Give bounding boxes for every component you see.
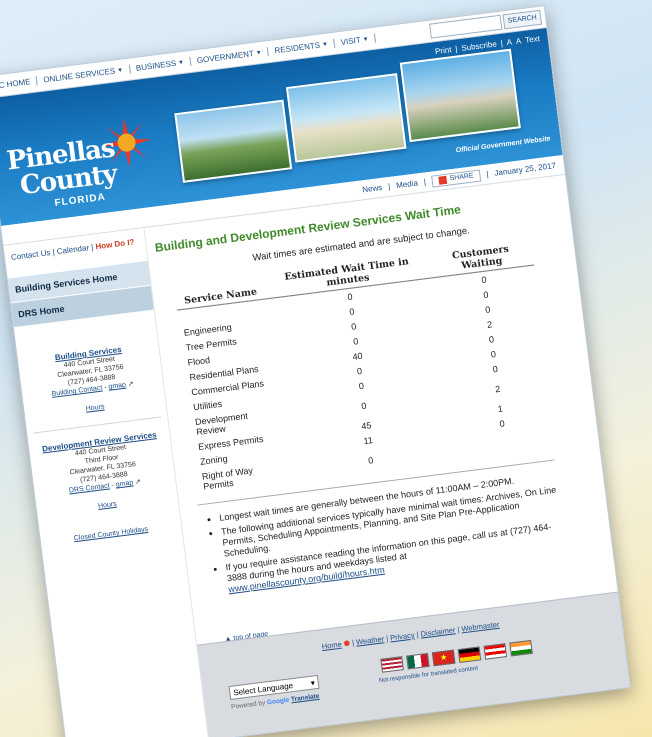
chevron-down-icon: ▼ xyxy=(321,41,329,48)
india-flag-icon[interactable] xyxy=(509,639,533,657)
footer-webmaster-link[interactable]: Webmaster xyxy=(461,620,500,634)
drs-address: Development Review Services 440 Court St… xyxy=(29,429,182,548)
chevron-down-icon: ▼ xyxy=(362,35,369,43)
mexico-flag-icon[interactable] xyxy=(406,652,430,670)
banner-photo-beach xyxy=(285,73,407,163)
how-do-i-link[interactable]: How Do I? xyxy=(95,237,135,251)
nav-pc-home[interactable]: PC HOME xyxy=(0,76,39,92)
sidebar-nav: Building Services Home DRS Home xyxy=(7,260,154,329)
footer-weather-link[interactable]: Weather xyxy=(355,634,384,646)
print-link[interactable]: Print xyxy=(435,45,452,56)
nav-label: RESIDENTS xyxy=(274,40,321,56)
nav-label: ONLINE SERVICES xyxy=(42,66,116,85)
google-logo: Google xyxy=(266,696,290,707)
official-website-label: Official Government Website xyxy=(455,135,551,155)
search-button[interactable]: SEARCH xyxy=(502,9,543,30)
nav-visit[interactable]: VISIT ▼ xyxy=(334,33,377,48)
external-link-icon: ↗ xyxy=(127,380,135,389)
building-services-address: Building Services 440 Court Street Clear… xyxy=(18,340,166,421)
nav-residents[interactable]: RESIDENTS ▼ xyxy=(268,38,336,57)
browser-page: PC HOME ONLINE SERVICES ▼ BUSINESS ▼ GOVER… xyxy=(0,5,631,737)
text-size-large-button[interactable]: A xyxy=(515,36,521,46)
banner-photo-courthouse xyxy=(399,48,521,143)
chevron-down-icon: ▼ xyxy=(177,59,185,66)
language-select-value: Select Language xyxy=(232,680,294,698)
current-date: January 25, 2017 xyxy=(493,161,557,178)
germany-flag-icon[interactable] xyxy=(457,646,482,663)
contact-us-link[interactable]: Contact Us xyxy=(11,248,51,262)
banner-photo-road xyxy=(174,99,293,183)
us-flag-icon[interactable] xyxy=(380,656,404,673)
share-button[interactable]: SHARE xyxy=(431,169,482,188)
sun-icon: ✺ xyxy=(343,638,351,649)
chevron-down-icon: ▼ xyxy=(116,66,124,74)
footer-home-link[interactable]: Home xyxy=(321,640,342,651)
nav-business[interactable]: BUSINESS ▼ xyxy=(129,56,192,74)
county-logo[interactable]: Pinellas County FLORIDA xyxy=(4,117,153,218)
powered-by-label: Powered by xyxy=(230,699,266,711)
text-only-link[interactable]: Text xyxy=(525,34,541,45)
nav-label: VISIT xyxy=(340,35,362,47)
chevron-down-icon: ▾ xyxy=(310,677,316,688)
news-link[interactable]: News xyxy=(362,183,383,194)
chevron-down-icon: ▼ xyxy=(255,49,263,57)
text-size-small-button[interactable]: A xyxy=(506,38,512,48)
footer-privacy-link[interactable]: Privacy xyxy=(390,630,416,642)
nav-government[interactable]: GOVERNMENT ▼ xyxy=(190,47,270,66)
external-link-icon: ↗ xyxy=(134,478,142,487)
calendar-link[interactable]: Calendar xyxy=(56,243,89,256)
vietnam-flag-icon[interactable]: ★ xyxy=(431,649,456,667)
building-gmap-link[interactable]: gmap xyxy=(108,382,126,391)
drs-gmap-link[interactable]: gmap xyxy=(115,479,133,488)
wait-time-table: Service Name Estimated Wait Time in minu… xyxy=(173,238,558,494)
share-icon xyxy=(438,175,448,185)
notes-list: Longest wait times are generally between… xyxy=(219,470,567,595)
footer-disclaimer-link[interactable]: Disclaimer xyxy=(420,625,456,638)
nav-label: GOVERNMENT xyxy=(196,48,255,66)
translate-link[interactable]: Translate xyxy=(291,693,320,704)
share-label: SHARE xyxy=(449,172,475,183)
nav-label: PC HOME xyxy=(0,77,32,91)
media-link[interactable]: Media xyxy=(396,178,419,190)
nav-label: BUSINESS xyxy=(135,58,177,73)
puerto-rico-flag-icon[interactable] xyxy=(483,643,508,660)
